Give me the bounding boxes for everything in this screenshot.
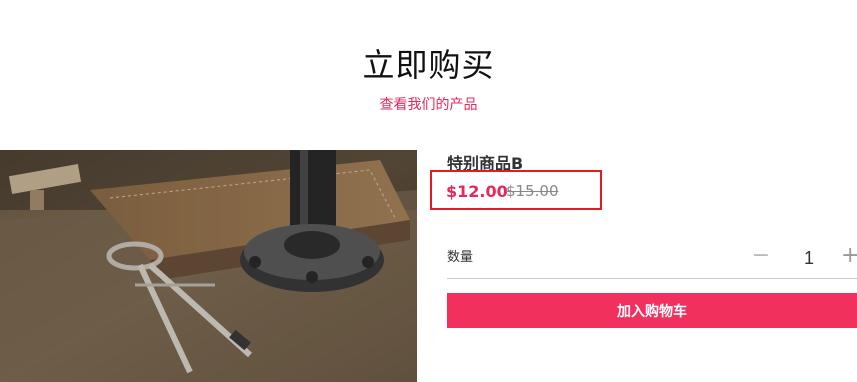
quantity-input[interactable]	[787, 244, 831, 272]
quantity-increment-button[interactable]: +	[841, 243, 857, 269]
page-title: 立即购买	[362, 46, 495, 84]
add-to-cart-button[interactable]: 加入购物车	[447, 293, 857, 328]
price-original: $15.00	[506, 182, 559, 200]
quantity-decrement-button[interactable]: −	[750, 243, 772, 269]
quantity-row: 数量 − +	[447, 240, 857, 279]
price-current: $12.00	[446, 182, 508, 201]
page-subtitle[interactable]: 查看我们的产品	[0, 94, 857, 114]
quantity-label: 数量	[447, 250, 474, 265]
product-page: 立即购买 查看我们的产品 特别商品B $12.00 $15.00 数量 − 1 …	[0, 0, 857, 382]
product-image	[0, 150, 417, 382]
